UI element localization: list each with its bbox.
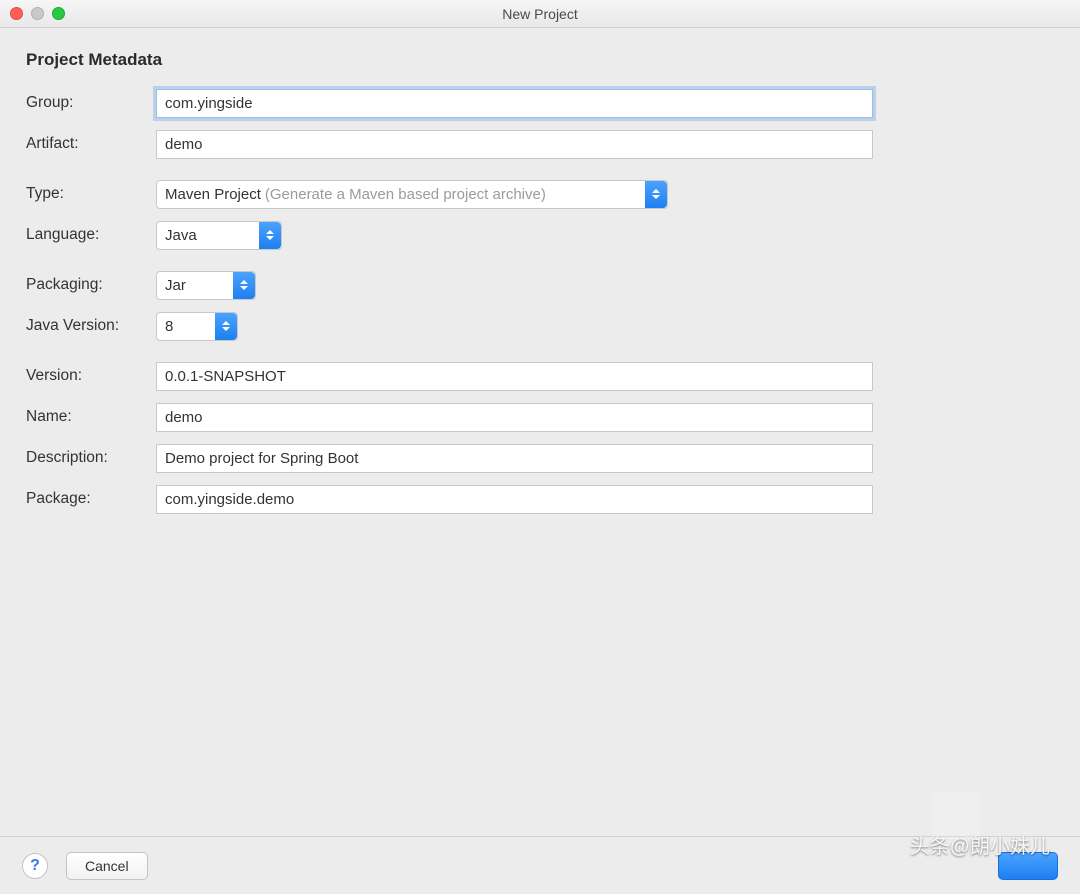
content-area: Project Metadata Group: Artifact: Type: … <box>0 28 1080 547</box>
package-label: Package: <box>26 490 156 508</box>
package-input[interactable] <box>156 485 873 514</box>
language-label: Language: <box>26 226 156 244</box>
name-label: Name: <box>26 408 156 426</box>
packaging-select[interactable]: Jar <box>156 271 256 300</box>
group-label: Group: <box>26 94 156 112</box>
java-version-select[interactable]: 8 <box>156 312 238 341</box>
artifact-input[interactable] <box>156 130 873 159</box>
maximize-window-button[interactable] <box>52 7 65 20</box>
name-input[interactable] <box>156 403 873 432</box>
type-select-hint: (Generate a Maven based project archive) <box>265 186 546 203</box>
artifact-label: Artifact: <box>26 135 156 153</box>
group-input[interactable] <box>156 89 873 118</box>
language-select[interactable]: Java <box>156 221 282 250</box>
description-label: Description: <box>26 449 156 467</box>
section-title: Project Metadata <box>26 50 1054 70</box>
help-button[interactable]: ? <box>22 853 48 879</box>
description-row: Description: <box>26 443 1054 473</box>
close-window-button[interactable] <box>10 7 23 20</box>
chevron-up-down-icon <box>215 313 237 340</box>
java-version-label: Java Version: <box>26 317 156 335</box>
packaging-row: Packaging: Jar <box>26 270 1054 300</box>
type-row: Type: Maven Project (Generate a Maven ba… <box>26 179 1054 209</box>
description-input[interactable] <box>156 444 873 473</box>
version-row: Version: <box>26 361 1054 391</box>
next-button[interactable] <box>998 852 1058 880</box>
java-version-select-value: 8 <box>165 318 173 335</box>
minimize-window-button[interactable] <box>31 7 44 20</box>
footer: ? Cancel <box>0 836 1080 894</box>
type-label: Type: <box>26 185 156 203</box>
chevron-up-down-icon <box>645 181 667 208</box>
artifact-row: Artifact: <box>26 129 1054 159</box>
chevron-up-down-icon <box>233 272 255 299</box>
cancel-button[interactable]: Cancel <box>66 852 148 880</box>
version-label: Version: <box>26 367 156 385</box>
watermark-logo <box>932 791 980 839</box>
footer-right <box>998 852 1058 880</box>
name-row: Name: <box>26 402 1054 432</box>
window-title: New Project <box>502 6 577 22</box>
chevron-up-down-icon <box>259 222 281 249</box>
packaging-select-value: Jar <box>165 277 186 294</box>
type-select-value: Maven Project <box>165 186 261 203</box>
java-version-row: Java Version: 8 <box>26 311 1054 341</box>
titlebar: New Project <box>0 0 1080 28</box>
package-row: Package: <box>26 484 1054 514</box>
group-row: Group: <box>26 88 1054 118</box>
language-row: Language: Java <box>26 220 1054 250</box>
language-select-value: Java <box>165 227 197 244</box>
packaging-label: Packaging: <box>26 276 156 294</box>
type-select[interactable]: Maven Project (Generate a Maven based pr… <box>156 180 668 209</box>
version-input[interactable] <box>156 362 873 391</box>
traffic-lights <box>10 7 65 20</box>
